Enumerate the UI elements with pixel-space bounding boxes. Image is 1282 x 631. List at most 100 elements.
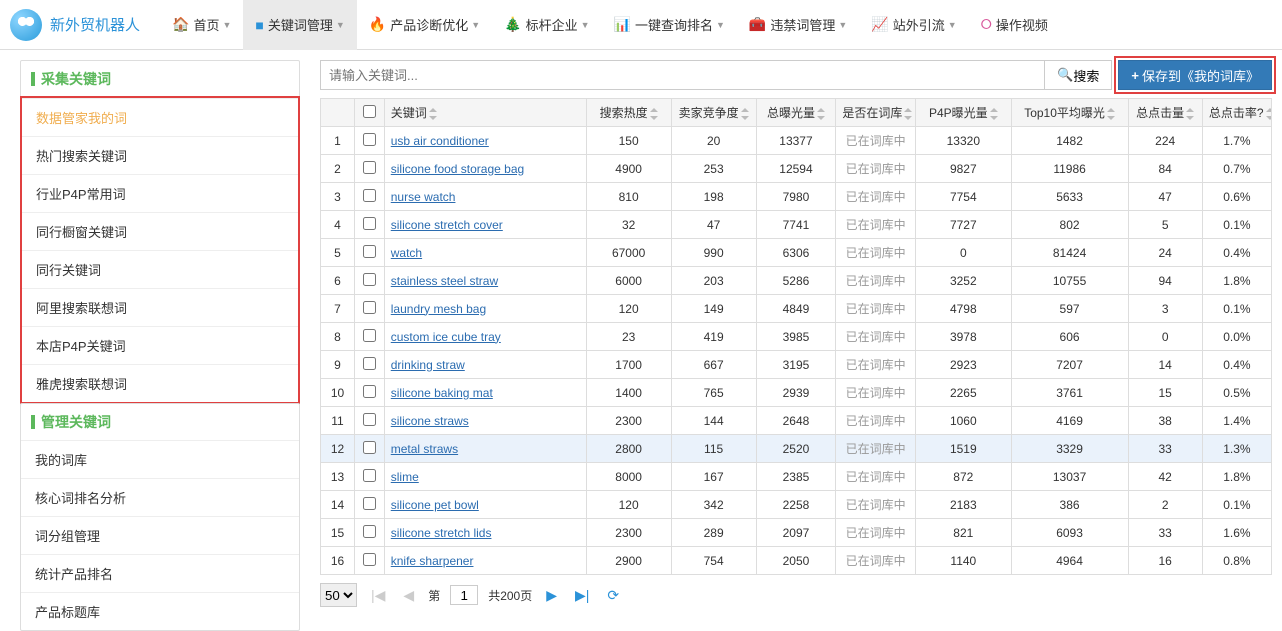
sidebar-item[interactable]: 阿里搜索联想词 [22,288,298,326]
row-checkbox[interactable] [363,357,376,370]
sidebar-group-collect: 采集关键词 数据管家我的词热门搜索关键词行业P4P常用词同行橱窗关键词同行关键词… [20,60,300,404]
sort-icon [990,109,998,119]
row-checkbox[interactable] [363,553,376,566]
sort-icon [904,109,912,119]
sort-icon [650,109,658,119]
robot-icon [10,9,42,41]
keyword-link[interactable]: silicone food storage bag [391,162,524,176]
table-row: 6stainless steel straw60002035286已在词库中32… [321,267,1272,295]
page-number-input[interactable] [450,585,478,605]
keyword-link[interactable]: slime [391,470,419,484]
chevron-down-icon: ▼ [716,20,725,30]
column-header[interactable]: 总点击量 [1128,99,1202,127]
search-bar: 🔍搜索 +保存到《我的词库》 [320,60,1272,90]
sidebar-item[interactable]: 数据管家我的词 [22,98,298,136]
keyword-link[interactable]: metal straws [391,442,458,456]
row-checkbox[interactable] [363,273,376,286]
keyword-link[interactable]: silicone straws [391,414,469,428]
pager-next-icon[interactable]: ▶ [542,587,561,604]
keyword-link[interactable]: custom ice cube tray [391,330,501,344]
nav-item-5[interactable]: 🧰违禁词管理▼ [737,0,859,50]
keyword-link[interactable]: laundry mesh bag [391,302,486,316]
sidebar-item[interactable]: 行业P4P常用词 [22,174,298,212]
row-checkbox[interactable] [363,413,376,426]
row-checkbox[interactable] [363,133,376,146]
nav-icon: 🏠 [172,16,189,33]
nav-icon: ■ [255,17,263,33]
chevron-down-icon: ▼ [581,20,590,30]
row-checkbox[interactable] [363,497,376,510]
table-row: 13slime80001672385已在词库中87213037421.8% [321,463,1272,491]
nav-icon: 🎄 [504,16,521,33]
row-checkbox[interactable] [363,385,376,398]
nav-item-1[interactable]: ■关键词管理▼ [243,0,356,50]
pager-prev-icon[interactable]: ◀ [399,587,418,604]
nav-item-6[interactable]: 📈站外引流▼ [859,0,968,50]
save-to-library-button[interactable]: +保存到《我的词库》 [1118,60,1272,90]
row-checkbox[interactable] [363,217,376,230]
sidebar-item[interactable]: 本店P4P关键词 [22,326,298,364]
keyword-link[interactable]: silicone stretch cover [391,218,503,232]
keyword-link[interactable]: watch [391,246,422,260]
brand-logo: 新外贸机器人 [10,9,140,41]
row-checkbox[interactable] [363,301,376,314]
column-header[interactable]: Top10平均曝光 [1011,99,1128,127]
select-all-checkbox[interactable] [363,105,376,118]
sidebar: 采集关键词 数据管家我的词热门搜索关键词行业P4P常用词同行橱窗关键词同行关键词… [10,50,310,631]
sort-icon [1107,109,1115,119]
row-checkbox[interactable] [363,189,376,202]
table-row: 2silicone food storage bag490025312594已在… [321,155,1272,183]
sidebar-item[interactable]: 统计产品排名 [21,554,299,592]
row-checkbox[interactable] [363,161,376,174]
keyword-link[interactable]: drinking straw [391,358,465,372]
column-header[interactable]: P4P曝光量 [916,99,1012,127]
sidebar-group-title: 管理关键词 [21,404,299,440]
column-header[interactable]: 总点击率? [1202,99,1271,127]
keyword-link[interactable]: silicone baking mat [391,386,493,400]
sidebar-item[interactable]: 同行关键词 [22,250,298,288]
column-header[interactable]: 总曝光量 [756,99,836,127]
sidebar-item[interactable]: 词分组管理 [21,516,299,554]
sidebar-item[interactable]: 核心词排名分析 [21,478,299,516]
keyword-link[interactable]: nurse watch [391,190,456,204]
row-checkbox[interactable] [363,329,376,342]
sidebar-item[interactable]: 雅虎搜索联想词 [22,364,298,402]
sort-icon [429,109,437,119]
row-checkbox[interactable] [363,525,376,538]
sidebar-item[interactable]: 同行橱窗关键词 [22,212,298,250]
search-input[interactable] [320,60,1045,90]
chevron-down-icon: ▼ [471,20,480,30]
nav-item-0[interactable]: 🏠首页▼ [160,0,243,50]
table-row: 7laundry mesh bag1201494849已在词库中47985973… [321,295,1272,323]
keyword-link[interactable]: silicone pet bowl [391,498,479,512]
nav-item-3[interactable]: 🎄标杆企业▼ [492,0,601,50]
sidebar-item[interactable]: 产品标题库 [21,592,299,630]
column-header[interactable]: 是否在词库 [836,99,916,127]
nav-item-4[interactable]: 📊一键查询排名▼ [602,0,737,50]
table-row: 9drinking straw17006673195已在词库中292372071… [321,351,1272,379]
sidebar-item[interactable]: 热门搜索关键词 [22,136,298,174]
column-header[interactable]: 卖家竞争度 [671,99,756,127]
pager-refresh-icon[interactable]: ⟳ [603,587,623,604]
pager-first-icon[interactable]: |◀ [367,587,389,604]
column-header[interactable]: 关键词 [384,99,586,127]
keyword-link[interactable]: usb air conditioner [391,134,489,148]
sidebar-item[interactable]: 我的词库 [21,440,299,478]
nav-item-7[interactable]: ⭘操作视频 [969,0,1060,50]
nav-icon: 🧰 [749,16,766,33]
pagination: 50 |◀ ◀ 第 共200页 ▶ ▶| ⟳ [320,583,1272,611]
row-checkbox[interactable] [363,441,376,454]
sort-icon [741,109,749,119]
keyword-link[interactable]: silicone stretch lids [391,526,492,540]
nav-icon: 📈 [871,16,888,33]
row-checkbox[interactable] [363,469,376,482]
search-button[interactable]: 🔍搜索 [1044,60,1112,90]
row-checkbox[interactable] [363,245,376,258]
nav-icon: ⭘ [981,16,992,33]
table-row: 16knife sharpener29007542050已在词库中1140496… [321,547,1272,575]
keyword-link[interactable]: stainless steel straw [391,274,498,288]
pager-last-icon[interactable]: ▶| [571,587,593,604]
nav-item-2[interactable]: 🔥产品诊断优化▼ [357,0,492,50]
column-header[interactable]: 搜索热度 [586,99,671,127]
page-size-select[interactable]: 50 [320,583,357,607]
